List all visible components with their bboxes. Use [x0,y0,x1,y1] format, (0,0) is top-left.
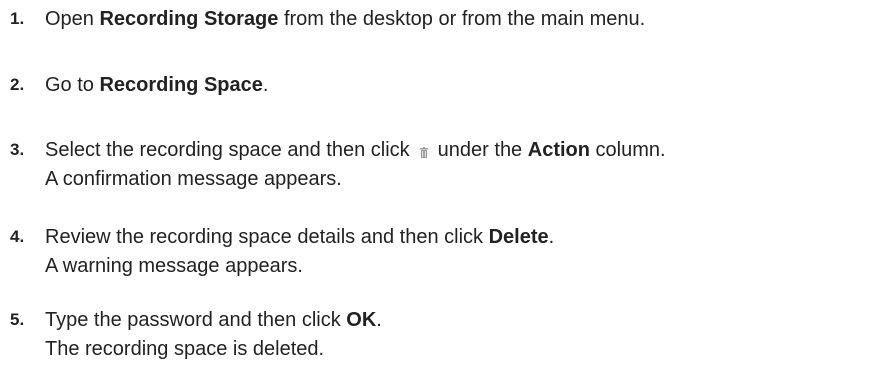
step-text: Go to Recording Space. [45,74,269,96]
step-number: 1. [10,9,25,28]
step-text: Review the recording space details and t… [45,223,554,281]
ui-term: OK [346,309,377,331]
step-number: 4. [10,227,25,246]
step-1: 1. Open Recording Storage from the deskt… [10,5,645,34]
ui-term: Recording Storage [99,8,279,30]
step-result: The recording space is deleted. [45,338,325,360]
step-4: 4. Review the recording space details an… [10,223,554,281]
step-3: 3. Select the recording space and then c… [10,136,666,194]
ui-term: Delete [488,226,549,248]
step-number: 2. [10,75,25,94]
step-text: Select the recording space and then clic… [45,136,666,194]
step-text: Open Recording Storage from the desktop … [45,8,646,30]
step-text: Type the password and then click OK. The… [45,306,382,364]
step-5: 5. Type the password and then click OK. … [10,306,382,364]
ui-term: Recording Space [99,74,263,96]
step-number: 3. [10,140,25,159]
step-number: 5. [10,310,25,329]
step-result: A confirmation message appears. [45,168,342,190]
step-2: 2. Go to Recording Space. [10,71,268,100]
step-result: A warning message appears. [45,255,303,277]
trash-icon [419,138,428,158]
ui-term: Action [527,139,590,161]
